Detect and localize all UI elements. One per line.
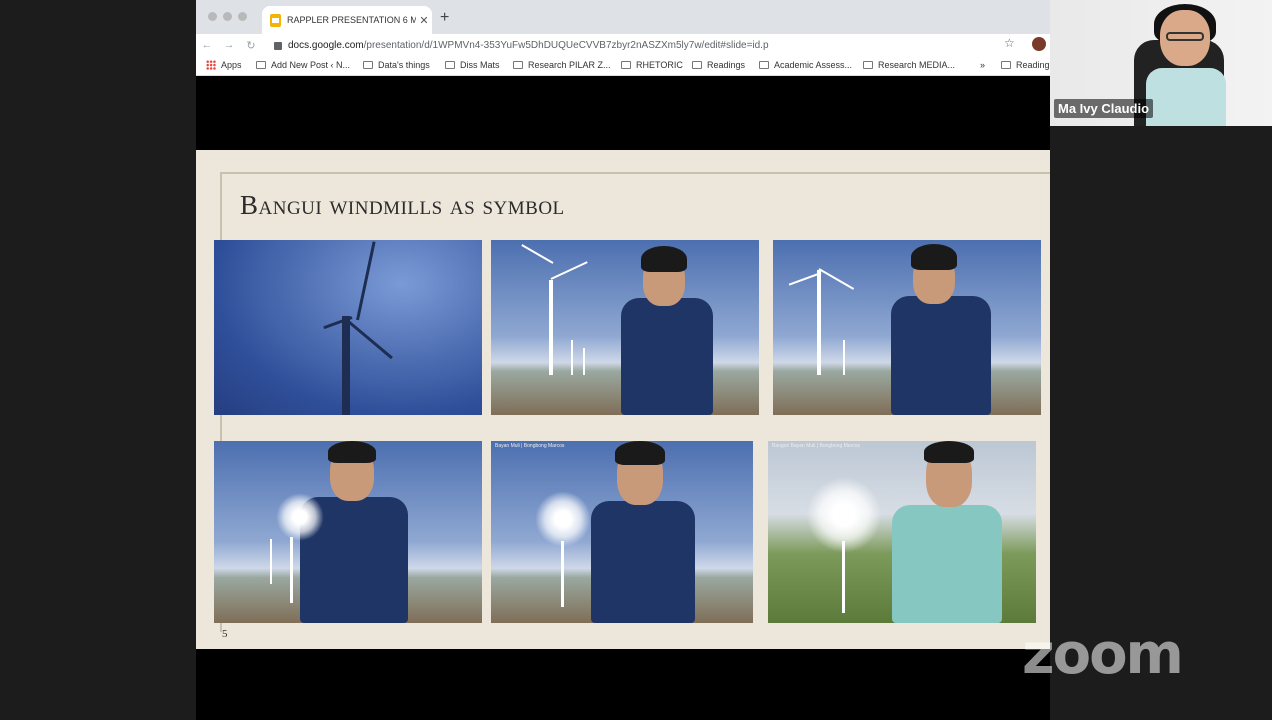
forward-icon[interactable]: → bbox=[218, 39, 240, 51]
windmill-photo-6: Bangon Bayan Muli | Bongbong Marcos bbox=[768, 441, 1036, 623]
bookmark-add-new-post[interactable]: Add New Post ‹ N... bbox=[256, 60, 350, 70]
bookmark-star-icon[interactable]: ☆ bbox=[1004, 36, 1015, 50]
bookmark-label: Readings bbox=[707, 60, 746, 70]
back-icon[interactable]: ← bbox=[196, 39, 218, 51]
bookmark-label: Diss Mats bbox=[460, 60, 500, 70]
folder-icon bbox=[863, 61, 873, 69]
bookmark-apps[interactable]: Apps bbox=[206, 60, 242, 70]
windmill-photo-5: Bayan Muli | Bongbong Marcos bbox=[491, 441, 753, 623]
lock-icon bbox=[274, 42, 282, 50]
windmill-photo-1 bbox=[214, 240, 482, 415]
bookmark-datas-things[interactable]: Data's things bbox=[363, 60, 430, 70]
folder-icon bbox=[692, 61, 702, 69]
slide: Bangui windmills as symbol Bayan Muli | … bbox=[196, 150, 1050, 649]
bookmark-diss-mats[interactable]: Diss Mats bbox=[445, 60, 500, 70]
participant-video-tile[interactable]: Ma Ivy Claudio bbox=[1050, 0, 1272, 126]
reading-list-button[interactable]: Reading bbox=[1001, 60, 1050, 70]
presentation-canvas: Bangui windmills as symbol Bayan Muli | … bbox=[196, 77, 1050, 720]
url-input[interactable]: docs.google.com /presentation/d/1WPMVn4-… bbox=[274, 36, 1006, 54]
bookmark-label: Add New Post ‹ N... bbox=[271, 60, 351, 70]
reading-list-icon bbox=[1001, 61, 1011, 69]
participant-name: Ma Ivy Claudio bbox=[1054, 99, 1154, 118]
window-minimize-dot[interactable] bbox=[223, 12, 232, 21]
site-icon bbox=[759, 61, 769, 69]
window-maximize-dot[interactable] bbox=[238, 12, 247, 21]
bookmark-label: Research MEDIA... bbox=[878, 60, 956, 70]
bookmarks-bar: Apps Add New Post ‹ N... Data's things D… bbox=[196, 56, 1050, 76]
bookmark-label: RHETORIC bbox=[636, 60, 683, 70]
bookmark-label: Data's things bbox=[378, 60, 430, 70]
browser-tab[interactable]: RAPPLER PRESENTATION 6 M... ✕ bbox=[262, 6, 432, 34]
new-tab-button[interactable]: + bbox=[440, 9, 449, 27]
folder-icon bbox=[513, 61, 523, 69]
google-slides-icon bbox=[270, 13, 281, 27]
browser-tab-bar: RAPPLER PRESENTATION 6 M... ✕ + bbox=[196, 0, 1050, 34]
bookmark-readings[interactable]: Readings bbox=[692, 60, 745, 70]
site-icon bbox=[256, 61, 266, 69]
windmill-photo-3 bbox=[773, 240, 1041, 415]
bookmark-research-media[interactable]: Research MEDIA... bbox=[863, 60, 955, 70]
shared-screen: RAPPLER PRESENTATION 6 M... ✕ + ← → ↻ do… bbox=[196, 0, 1050, 720]
bookmark-label: Apps bbox=[221, 60, 242, 70]
photo-caption: Bayan Muli | Bongbong Marcos bbox=[495, 443, 565, 449]
bookmark-research-pilar[interactable]: Research PILAR Z... bbox=[513, 60, 611, 70]
zoom-watermark-logo: zoom bbox=[1022, 622, 1184, 687]
slide-title: Bangui windmills as symbol bbox=[240, 190, 565, 220]
tab-close-icon[interactable]: ✕ bbox=[416, 14, 432, 27]
bookmarks-overflow-button[interactable]: » bbox=[980, 60, 985, 70]
profile-avatar[interactable] bbox=[1032, 37, 1046, 51]
bookmark-label: Reading bbox=[1016, 60, 1050, 70]
windmill-photo-4 bbox=[214, 441, 482, 623]
windmill-photo-2 bbox=[491, 240, 759, 415]
folder-icon bbox=[445, 61, 455, 69]
bookmark-label: Research PILAR Z... bbox=[528, 60, 611, 70]
photo-caption: Bangon Bayan Muli | Bongbong Marcos bbox=[772, 443, 861, 449]
address-bar-row: ← → ↻ docs.google.com /presentation/d/1W… bbox=[196, 34, 1050, 56]
bookmark-academic-assess[interactable]: Academic Assess... bbox=[759, 60, 852, 70]
url-host: docs.google.com bbox=[288, 39, 364, 51]
folder-icon bbox=[363, 61, 373, 69]
slide-page-number: 5 bbox=[222, 628, 228, 640]
apps-grid-icon bbox=[206, 60, 216, 70]
tab-title: RAPPLER PRESENTATION 6 M... bbox=[287, 15, 416, 25]
url-path: /presentation/d/1WPMVn4-353YuFw5DhDUQUeC… bbox=[363, 39, 769, 51]
folder-icon bbox=[621, 61, 631, 69]
bookmark-label: Academic Assess... bbox=[774, 60, 853, 70]
participant-body bbox=[1146, 68, 1226, 126]
participant-glasses bbox=[1166, 32, 1204, 41]
bookmark-rhetoric[interactable]: RHETORIC bbox=[621, 60, 683, 70]
zoom-meeting-window: RAPPLER PRESENTATION 6 M... ✕ + ← → ↻ do… bbox=[0, 0, 1272, 720]
reload-icon[interactable]: ↻ bbox=[240, 39, 262, 52]
window-close-dot[interactable] bbox=[208, 12, 217, 21]
